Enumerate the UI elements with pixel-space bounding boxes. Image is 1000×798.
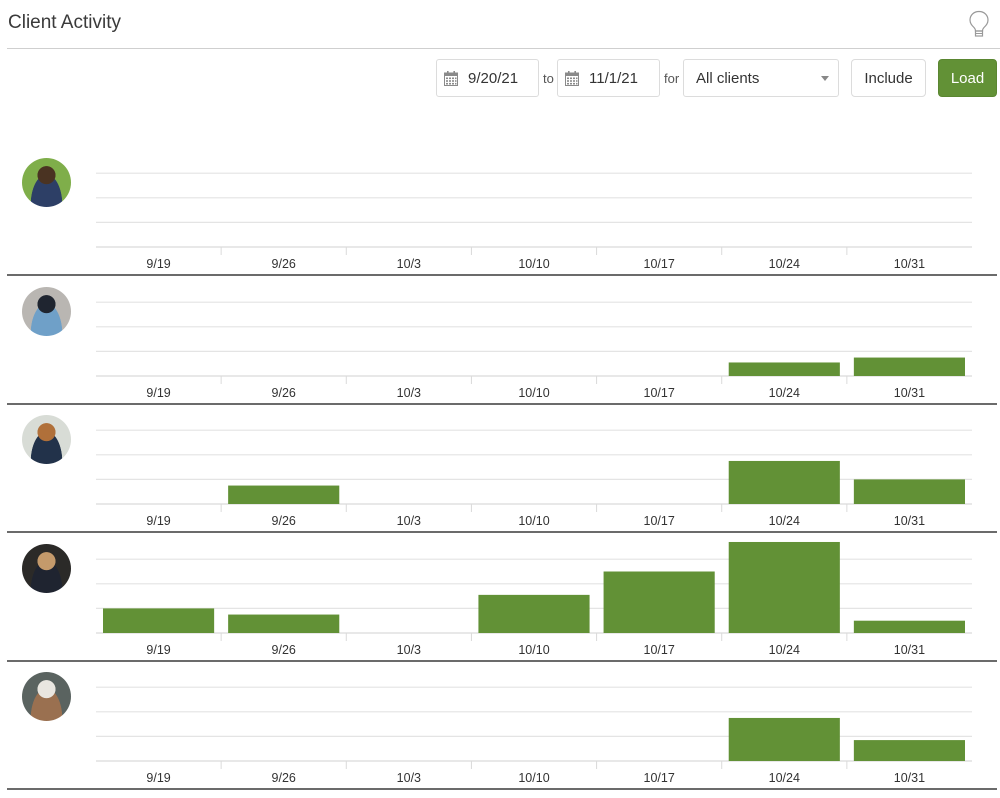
client-row: 9/19 9/26 10/3 10/10 10/17 10/24 10/31: [0, 277, 1000, 405]
activity-bar[interactable]: [728, 717, 840, 761]
x-tick-label: 10/3: [397, 643, 421, 657]
activity-bar-chart: 9/19 9/26 10/3 10/10 10/17 10/24 10/31: [96, 541, 972, 657]
activity-bar[interactable]: [228, 485, 340, 504]
x-tick-label: 9/19: [146, 257, 170, 271]
x-tick-label: 10/17: [644, 514, 675, 528]
x-tick-label: 9/26: [272, 514, 296, 528]
x-tick-label: 10/31: [894, 386, 925, 400]
x-tick-label: 10/10: [518, 257, 549, 271]
x-tick-label: 10/24: [769, 514, 800, 528]
x-tick-label: 10/3: [397, 386, 421, 400]
x-tick-label: 9/26: [272, 257, 296, 271]
chevron-down-icon: [821, 75, 829, 81]
activity-bar[interactable]: [853, 620, 965, 633]
lightbulb-icon[interactable]: [968, 10, 990, 38]
x-tick-label: 10/17: [644, 771, 675, 785]
include-button[interactable]: Include: [851, 59, 926, 97]
x-tick-label: 10/3: [397, 257, 421, 271]
for-label: for: [664, 71, 680, 86]
end-date-input[interactable]: 11/1/21: [557, 59, 660, 97]
x-tick-label: 9/19: [146, 386, 170, 400]
x-tick-label: 10/24: [769, 386, 800, 400]
activity-bar-chart: 9/19 9/26 10/3 10/10 10/17 10/24 10/31: [96, 686, 972, 785]
x-tick-label: 9/26: [272, 643, 296, 657]
x-tick-label: 10/24: [769, 771, 800, 785]
x-tick-label: 10/3: [397, 771, 421, 785]
activity-bar[interactable]: [728, 460, 840, 504]
activity-bar-chart: 9/19 9/26 10/3 10/10 10/17 10/24 10/31: [96, 301, 972, 400]
x-tick-label: 9/19: [146, 643, 170, 657]
activity-bar[interactable]: [103, 607, 215, 633]
activity-bar[interactable]: [603, 571, 715, 633]
x-tick-label: 10/31: [894, 643, 925, 657]
calendar-icon: [565, 70, 579, 86]
activity-bar[interactable]: [228, 614, 340, 633]
calendar-icon: [444, 70, 458, 86]
x-tick-label: 10/24: [769, 643, 800, 657]
x-tick-label: 10/17: [644, 386, 675, 400]
x-tick-label: 10/10: [518, 514, 549, 528]
x-tick-label: 10/10: [518, 386, 549, 400]
activity-bar[interactable]: [478, 594, 590, 633]
x-tick-label: 10/10: [518, 643, 549, 657]
x-tick-label: 10/17: [644, 643, 675, 657]
row-divider: [7, 788, 997, 790]
activity-bar[interactable]: [853, 357, 965, 376]
activity-bar[interactable]: [853, 479, 965, 504]
x-tick-label: 10/31: [894, 257, 925, 271]
activity-bar[interactable]: [853, 740, 965, 761]
start-date-value: 9/20/21: [468, 69, 519, 87]
activity-bar-chart: 9/19 9/26 10/3 10/10 10/17 10/24 10/31: [96, 429, 972, 528]
load-button[interactable]: Load: [938, 59, 997, 97]
x-tick-label: 10/31: [894, 514, 925, 528]
client-filter-value: All clients: [696, 69, 760, 87]
client-row: 9/19 9/26 10/3 10/10 10/17 10/24 10/31: [0, 662, 1000, 790]
client-row: 9/19 9/26 10/3 10/10 10/17 10/24 10/31: [0, 534, 1000, 662]
client-filter-select[interactable]: All clients: [683, 59, 839, 97]
page-header: Client Activity: [0, 0, 1000, 49]
to-label: to: [543, 71, 554, 86]
x-tick-label: 10/3: [397, 514, 421, 528]
header-divider: [7, 48, 1000, 49]
x-tick-label: 10/31: [894, 771, 925, 785]
activity-bar[interactable]: [728, 361, 840, 376]
page-title: Client Activity: [8, 12, 121, 33]
x-tick-label: 10/24: [769, 257, 800, 271]
end-date-value: 11/1/21: [589, 69, 638, 87]
x-tick-label: 9/19: [146, 514, 170, 528]
x-tick-label: 10/17: [644, 257, 675, 271]
filter-toolbar: 9/20/21 to 11/1/21 for All clients Inclu…: [0, 59, 1000, 99]
x-tick-label: 9/26: [272, 771, 296, 785]
client-row: 9/19 9/26 10/3 10/10 10/17 10/24 10/31: [0, 405, 1000, 533]
x-tick-label: 9/26: [272, 386, 296, 400]
x-tick-label: 10/10: [518, 771, 549, 785]
client-row: 9/19 9/26 10/3 10/10 10/17 10/24 10/31: [0, 148, 1000, 276]
activity-bar[interactable]: [728, 541, 840, 633]
x-tick-label: 9/19: [146, 771, 170, 785]
activity-bar-chart: 9/19 9/26 10/3 10/10 10/17 10/24 10/31: [96, 172, 972, 271]
start-date-input[interactable]: 9/20/21: [436, 59, 539, 97]
